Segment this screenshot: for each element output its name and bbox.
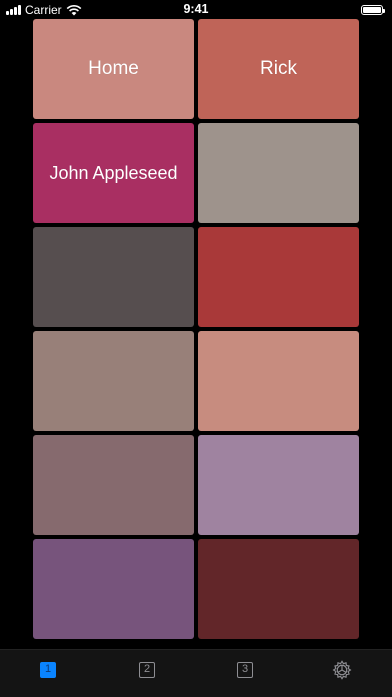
tile-label: Home <box>88 58 139 79</box>
status-time: 9:41 <box>183 2 209 16</box>
tile-john-appleseed[interactable]: John Appleseed <box>33 123 194 223</box>
tile-label: Rick <box>260 58 297 79</box>
color-tile-grid: Home Rick John Appleseed <box>33 19 359 639</box>
tab-settings[interactable] <box>332 660 352 680</box>
tab-2[interactable]: 2 <box>137 660 157 680</box>
tile[interactable] <box>33 539 194 639</box>
settings-gear-icon <box>332 660 352 680</box>
tile[interactable] <box>198 331 359 431</box>
battery-icon <box>361 5 385 15</box>
square-3-icon: 3 <box>237 662 253 678</box>
tile[interactable] <box>33 435 194 535</box>
tile-label: John Appleseed <box>49 162 178 183</box>
square-1-icon: 1 <box>40 662 56 678</box>
tile-rick[interactable]: Rick <box>198 19 359 119</box>
tile[interactable] <box>198 227 359 327</box>
tile-home[interactable]: Home <box>33 19 194 119</box>
tab-1[interactable]: 1 <box>38 660 58 680</box>
tile[interactable] <box>198 435 359 535</box>
status-bar: Carrier 9:41 <box>0 0 392 20</box>
tile[interactable] <box>33 331 194 431</box>
tab-3[interactable]: 3 <box>235 660 255 680</box>
tile[interactable] <box>198 539 359 639</box>
square-2-icon: 2 <box>139 662 155 678</box>
tab-bar: 1 2 3 <box>0 649 392 697</box>
tile[interactable] <box>198 123 359 223</box>
tile[interactable] <box>33 227 194 327</box>
